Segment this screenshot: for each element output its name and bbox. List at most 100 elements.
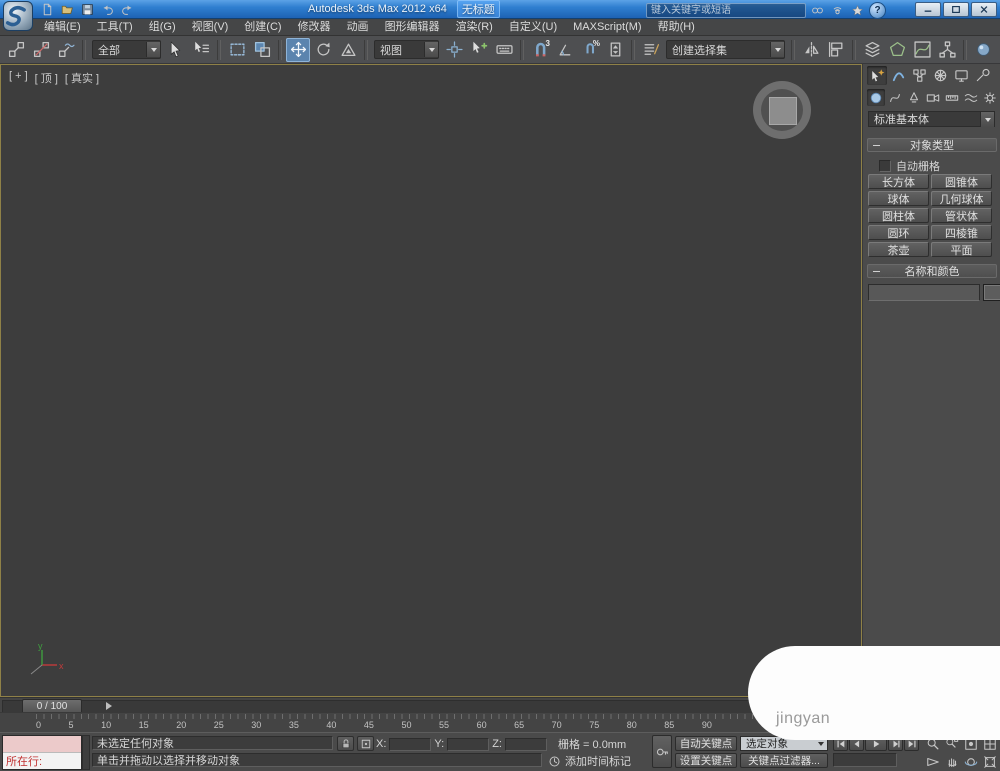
tab-create-icon[interactable] bbox=[867, 66, 887, 85]
dropdown-arrow-icon[interactable] bbox=[146, 42, 160, 57]
track-bar[interactable]: 0 5 10 15 20 25 30 35 40 45 50 55 60 65 70 75 80 85 90 bbox=[0, 712, 862, 733]
pan-icon[interactable] bbox=[943, 753, 961, 770]
reference-coordinate-dropdown[interactable]: 视图 bbox=[374, 40, 439, 59]
search-input[interactable] bbox=[646, 3, 806, 18]
viewport-menu-shading[interactable]: [ 真实 ] bbox=[65, 70, 99, 86]
key-filters-button[interactable]: 关键点过滤器... bbox=[740, 753, 828, 768]
orbit-icon[interactable] bbox=[962, 753, 980, 770]
named-selection-sets-dropdown[interactable]: 创建选择集 bbox=[666, 40, 785, 59]
unlink-selection-icon[interactable] bbox=[29, 38, 53, 62]
object-type-button[interactable]: 四棱锥 bbox=[931, 225, 992, 240]
category-systems-icon[interactable] bbox=[981, 89, 999, 106]
category-cameras-icon[interactable] bbox=[924, 89, 942, 106]
dropdown-arrow-icon[interactable] bbox=[424, 42, 438, 57]
object-type-button[interactable]: 圆柱体 bbox=[868, 208, 929, 223]
graphite-ribbon-toggle-icon[interactable] bbox=[885, 38, 909, 62]
menu-item[interactable]: 工具(T) bbox=[89, 18, 141, 36]
render-setup-icon[interactable] bbox=[996, 38, 1000, 62]
listener-line[interactable]: 所在行: bbox=[3, 752, 81, 769]
menu-item[interactable]: 自定义(U) bbox=[501, 18, 565, 36]
search-icon[interactable] bbox=[809, 3, 826, 18]
listener-resize-handle[interactable] bbox=[82, 735, 90, 770]
object-type-button[interactable]: 长方体 bbox=[868, 174, 929, 189]
menu-item[interactable]: 图形编辑器 bbox=[377, 18, 448, 36]
viewport-top[interactable]: [ + ] [ 顶 ] [ 真实 ] x y bbox=[0, 64, 862, 697]
rollout-name-and-color[interactable]: 名称和颜色 bbox=[867, 264, 997, 278]
select-object-icon[interactable] bbox=[164, 38, 188, 62]
menu-item[interactable]: 渲染(R) bbox=[448, 18, 501, 36]
viewcube[interactable] bbox=[753, 81, 811, 139]
x-input[interactable] bbox=[394, 737, 427, 751]
y-input[interactable] bbox=[452, 737, 485, 751]
object-color-swatch[interactable] bbox=[983, 284, 1000, 301]
menu-item[interactable]: 组(G) bbox=[141, 18, 184, 36]
menu-item[interactable]: 创建(C) bbox=[236, 18, 289, 36]
selection-lock-icon[interactable] bbox=[337, 736, 354, 751]
tab-hierarchy-icon[interactable] bbox=[909, 66, 929, 85]
minimize-button[interactable] bbox=[915, 2, 941, 17]
object-name-field[interactable] bbox=[868, 284, 980, 301]
menu-item[interactable]: 动画 bbox=[339, 18, 377, 36]
current-frame-field[interactable] bbox=[833, 753, 897, 767]
rectangular-selection-region-icon[interactable] bbox=[225, 38, 249, 62]
object-type-button[interactable]: 平面 bbox=[931, 242, 992, 257]
help-icon[interactable]: ? bbox=[869, 2, 886, 19]
select-by-name-icon[interactable] bbox=[189, 38, 213, 62]
z-input[interactable] bbox=[509, 737, 542, 751]
zoom-region-icon[interactable] bbox=[924, 753, 942, 770]
snaps-toggle-3d-icon[interactable]: 3 bbox=[528, 38, 552, 62]
close-button[interactable] bbox=[971, 2, 997, 17]
open-file-button[interactable] bbox=[58, 2, 76, 17]
selection-filter-dropdown[interactable]: 全部 bbox=[92, 40, 161, 59]
dropdown-arrow-icon[interactable] bbox=[980, 111, 994, 127]
add-time-tag[interactable]: 添加时间标记 bbox=[548, 753, 631, 769]
schematic-view-icon[interactable] bbox=[935, 38, 959, 62]
window-crossing-toggle-icon[interactable] bbox=[250, 38, 274, 62]
edit-named-selection-sets-icon[interactable] bbox=[639, 38, 663, 62]
category-helpers-icon[interactable] bbox=[943, 89, 961, 106]
rollout-object-type[interactable]: 对象类型 bbox=[867, 138, 997, 152]
tab-utilities-icon[interactable] bbox=[972, 66, 992, 85]
favorites-star-icon[interactable] bbox=[849, 3, 866, 18]
menu-item[interactable]: 修改器 bbox=[290, 18, 339, 36]
save-button[interactable] bbox=[78, 2, 96, 17]
dropdown-arrow-icon[interactable] bbox=[770, 42, 784, 57]
menu-item[interactable]: 帮助(H) bbox=[650, 18, 703, 36]
tab-display-icon[interactable] bbox=[951, 66, 971, 85]
select-and-rotate-icon[interactable] bbox=[311, 38, 335, 62]
object-type-button[interactable]: 几何球体 bbox=[931, 191, 992, 206]
set-keys-button[interactable] bbox=[652, 735, 672, 768]
mirror-icon[interactable] bbox=[799, 38, 823, 62]
menu-item[interactable]: 编辑(E) bbox=[36, 18, 89, 36]
maxscript-mini-listener[interactable]: 所在行: bbox=[2, 735, 82, 770]
category-lights-icon[interactable] bbox=[905, 89, 923, 106]
spinner-snap-toggle-icon[interactable] bbox=[603, 38, 627, 62]
viewport-menu-pov[interactable]: [ 顶 ] bbox=[35, 70, 58, 86]
object-category-dropdown[interactable]: 标准基本体 bbox=[868, 111, 995, 127]
select-and-scale-icon[interactable] bbox=[336, 38, 360, 62]
viewcube-top-face[interactable] bbox=[769, 97, 797, 125]
autogrid-checkbox[interactable] bbox=[879, 160, 891, 172]
curve-editor-icon[interactable] bbox=[910, 38, 934, 62]
select-and-manipulate-icon[interactable] bbox=[467, 38, 491, 62]
material-editor-icon[interactable] bbox=[971, 38, 995, 62]
macro-recorder-line[interactable] bbox=[3, 736, 81, 752]
menu-item[interactable]: MAXScript(M) bbox=[565, 18, 649, 36]
tab-modify-icon[interactable] bbox=[888, 66, 908, 85]
set-key-button[interactable]: 设置关键点 bbox=[675, 753, 737, 768]
percent-snap-toggle-icon[interactable]: % bbox=[578, 38, 602, 62]
z-field[interactable] bbox=[504, 737, 547, 751]
category-space-warps-icon[interactable] bbox=[962, 89, 980, 106]
menu-item[interactable]: 视图(V) bbox=[184, 18, 237, 36]
tab-motion-icon[interactable] bbox=[930, 66, 950, 85]
object-type-button[interactable]: 球体 bbox=[868, 191, 929, 206]
maximize-viewport-toggle-icon[interactable] bbox=[981, 753, 999, 770]
3dsmax-logo[interactable] bbox=[3, 1, 33, 31]
maximize-button[interactable] bbox=[943, 2, 969, 17]
layer-manager-icon[interactable] bbox=[860, 38, 884, 62]
category-shapes-icon[interactable] bbox=[886, 89, 904, 106]
absolute-offset-mode-icon[interactable] bbox=[357, 736, 374, 751]
category-geometry-icon[interactable] bbox=[867, 89, 885, 106]
time-slider-next-icon[interactable] bbox=[106, 702, 116, 710]
auto-key-button[interactable]: 自动关键点 bbox=[675, 736, 737, 751]
